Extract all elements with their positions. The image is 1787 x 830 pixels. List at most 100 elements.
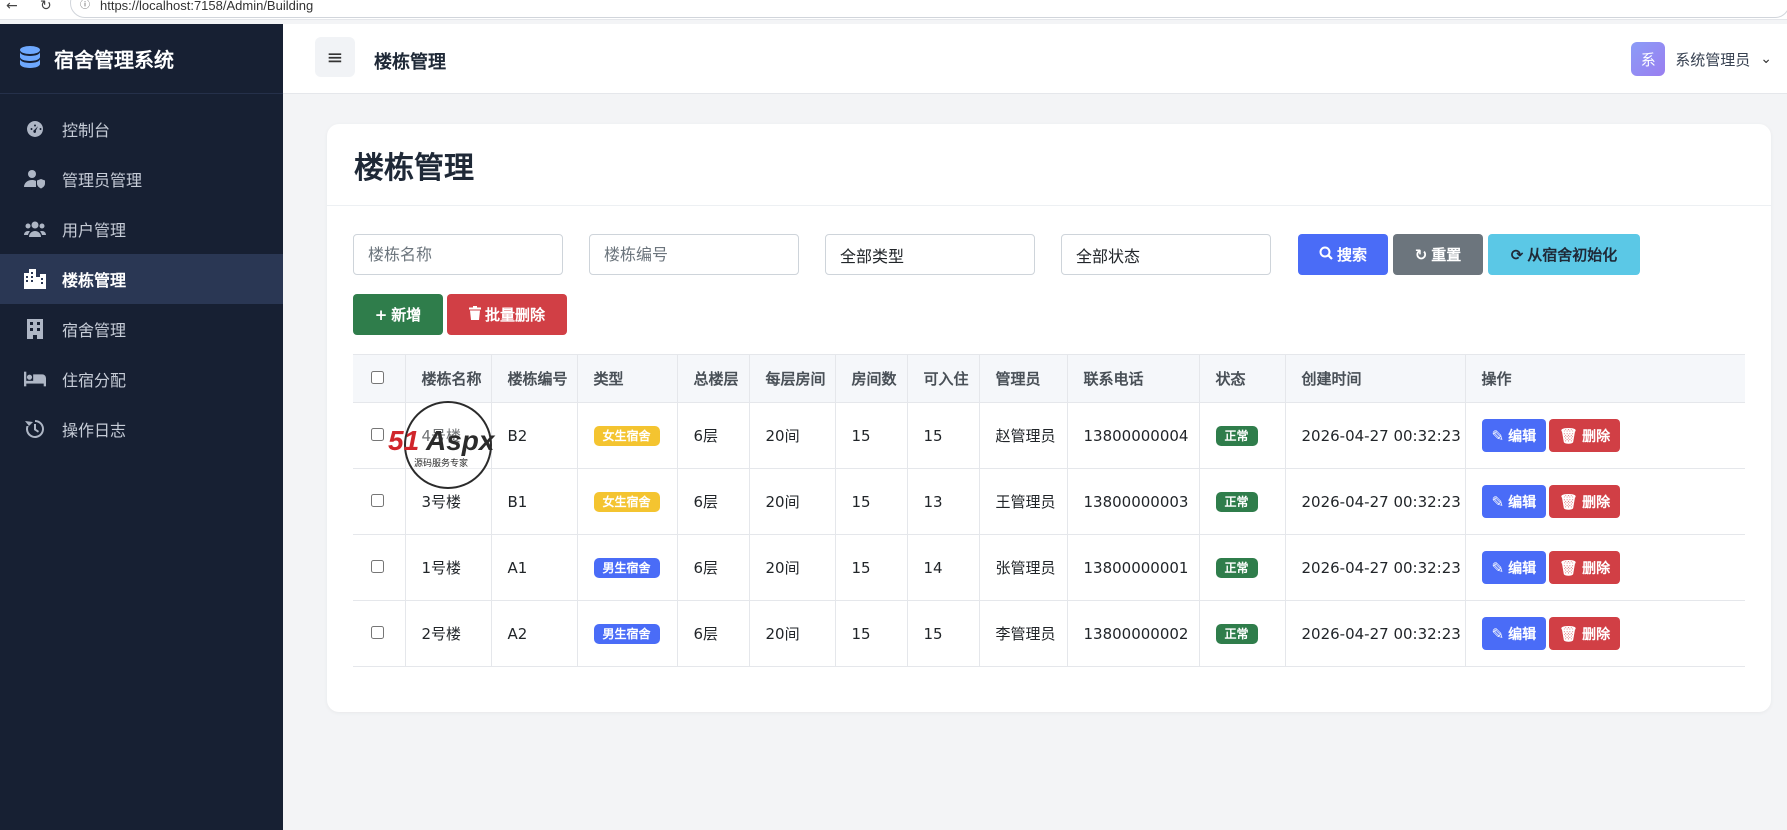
history-icon xyxy=(24,418,46,440)
edit-icon: ✎ xyxy=(1491,426,1505,445)
database-icon xyxy=(20,45,40,68)
delete-button[interactable]: 🗑 删除 xyxy=(1549,551,1621,584)
sidebar-item-dorms[interactable]: 宿舍管理 xyxy=(0,304,283,354)
sidebar-item-admins[interactable]: 管理员管理 xyxy=(0,154,283,204)
back-arrow-icon[interactable]: ← xyxy=(6,0,18,13)
url-text[interactable]: https://localhost:7158/Admin/Building xyxy=(100,0,313,12)
delete-button[interactable]: 🗑 删除 xyxy=(1549,485,1621,518)
col-type[interactable]: 类型 xyxy=(577,354,678,403)
card-header: 楼栋管理 xyxy=(327,124,1771,206)
hamburger-icon: ≡ xyxy=(326,45,344,69)
cell-rooms: 15 xyxy=(835,468,908,535)
cell-created: 2026-04-27 00:32:23 xyxy=(1285,468,1466,535)
chevron-down-icon[interactable]: ⌄ xyxy=(1760,51,1772,67)
menu-toggle-button[interactable]: ≡ xyxy=(315,37,355,77)
table-row: 4号楼 B2 女生宿舍 6层 20间 15 15 赵管理员 1380000000… xyxy=(353,402,1745,469)
edit-label: 编辑 xyxy=(1508,428,1537,445)
avatar[interactable]: 系 xyxy=(1631,42,1666,76)
cell-phone: 13800000001 xyxy=(1067,534,1200,601)
sidebar-item-label: 控制台 xyxy=(62,121,111,140)
brand[interactable]: 宿舍管理系统 xyxy=(0,24,283,94)
sidebar-item-buildings[interactable]: 楼栋管理 xyxy=(0,254,283,304)
table-row: 2号楼 A2 男生宿舍 6层 20间 15 15 李管理员 1380000000… xyxy=(353,600,1745,667)
city-icon xyxy=(24,268,46,290)
col-name[interactable]: 楼栋名称 xyxy=(405,354,492,403)
status-badge: 正常 xyxy=(1215,623,1258,644)
col-available[interactable]: 可入住 xyxy=(907,354,980,403)
header-title: 楼栋管理 xyxy=(374,52,446,73)
type-badge: 男生宿舍 xyxy=(593,557,660,578)
search-label: 搜索 xyxy=(1336,246,1367,264)
init-from-dorms-button[interactable]: ⟳ 从宿舍初始化 xyxy=(1488,234,1640,275)
building-table: 楼栋名称 楼栋编号 类型 总楼层 每层房间 房间数 可入住 管理员 联系电话 状… xyxy=(353,354,1745,667)
sidebar-menu: 控制台 管理员管理 用户管理 楼栋管理 宿舍管理 住宿分配 操作日志 xyxy=(0,104,283,454)
redo-icon: ↻ xyxy=(1414,245,1428,264)
building-name-input[interactable] xyxy=(353,234,563,275)
edit-button[interactable]: ✎ 编辑 xyxy=(1481,485,1547,518)
cell-available: 15 xyxy=(907,402,980,469)
sidebar-item-users[interactable]: 用户管理 xyxy=(0,204,283,254)
row-checkbox[interactable] xyxy=(371,427,384,441)
table-row: 3号楼 B1 女生宿舍 6层 20间 15 13 王管理员 1380000000… xyxy=(353,468,1745,535)
row-checkbox[interactable] xyxy=(371,559,384,573)
col-manager[interactable]: 管理员 xyxy=(979,354,1068,403)
cell-floors: 6层 xyxy=(677,600,750,667)
col-code[interactable]: 楼栋编号 xyxy=(491,354,578,403)
select-all-checkbox[interactable] xyxy=(371,370,384,384)
cell-available: 13 xyxy=(907,468,980,535)
filter-bar: 全部类型 全部状态 xyxy=(353,234,1297,275)
table-header-row: 楼栋名称 楼栋编号 类型 总楼层 每层房间 房间数 可入住 管理员 联系电话 状… xyxy=(353,354,1745,403)
cell-type: 女生宿舍 xyxy=(577,402,678,469)
type-select[interactable]: 全部类型 xyxy=(825,234,1035,275)
cell-floors: 6层 xyxy=(677,534,750,601)
edit-button[interactable]: ✎ 编辑 xyxy=(1481,617,1547,650)
site-info-icon[interactable]: ⓘ xyxy=(80,1,90,11)
sidebar-item-label: 住宿分配 xyxy=(62,371,127,390)
cell-floors: 6层 xyxy=(677,402,750,469)
cell-phone: 13800000002 xyxy=(1067,600,1200,667)
cell-created: 2026-04-27 00:32:23 xyxy=(1285,600,1466,667)
col-rooms-per-floor[interactable]: 每层房间 xyxy=(749,354,836,403)
col-floors[interactable]: 总楼层 xyxy=(677,354,750,403)
status-badge: 正常 xyxy=(1215,557,1258,578)
reload-icon[interactable]: ↻ xyxy=(40,0,52,13)
sidebar-item-logs[interactable]: 操作日志 xyxy=(0,404,283,454)
delete-button[interactable]: 🗑 删除 xyxy=(1549,617,1621,650)
sidebar-item-label: 管理员管理 xyxy=(62,171,143,190)
edit-icon: ✎ xyxy=(1491,558,1505,577)
sidebar-item-allocation[interactable]: 住宿分配 xyxy=(0,354,283,404)
cell-type: 男生宿舍 xyxy=(577,600,678,667)
col-status[interactable]: 状态 xyxy=(1199,354,1286,403)
row-checkbox[interactable] xyxy=(371,625,384,639)
delete-button[interactable]: 🗑 删除 xyxy=(1549,419,1621,452)
sync-icon: ⟳ xyxy=(1510,245,1524,264)
cell-rooms: 15 xyxy=(835,402,908,469)
building-card: 楼栋管理 全部类型 全部状态 搜索 ↻ 重置 ⟳ 从宿舍初始化 + 新增 批量删… xyxy=(327,124,1771,712)
cell-available: 15 xyxy=(907,600,980,667)
edit-button[interactable]: ✎ 编辑 xyxy=(1481,551,1547,584)
edit-button[interactable]: ✎ 编辑 xyxy=(1481,419,1547,452)
col-created[interactable]: 创建时间 xyxy=(1285,354,1466,403)
batch-delete-button[interactable]: 批量删除 xyxy=(447,294,567,335)
search-button[interactable]: 搜索 xyxy=(1298,234,1388,275)
row-checkbox[interactable] xyxy=(371,493,384,507)
page-title: 楼栋管理 xyxy=(354,150,474,186)
cell-actions: ✎ 编辑 🗑 删除 xyxy=(1465,468,1745,535)
user-menu[interactable]: 系 系统管理员 ⌄ xyxy=(1631,42,1772,76)
cell-name: 1号楼 xyxy=(405,534,492,601)
status-select[interactable]: 全部状态 xyxy=(1061,234,1271,275)
user-name[interactable]: 系统管理员 xyxy=(1675,49,1750,70)
delete-label: 删除 xyxy=(1582,626,1611,643)
cell-manager: 赵管理员 xyxy=(979,402,1068,469)
cell-created: 2026-04-27 00:32:23 xyxy=(1285,402,1466,469)
cell-rooms-per-floor: 20间 xyxy=(749,402,836,469)
search-icon xyxy=(1319,246,1333,264)
cell-rooms-per-floor: 20间 xyxy=(749,468,836,535)
reset-button[interactable]: ↻ 重置 xyxy=(1393,234,1483,275)
col-rooms[interactable]: 房间数 xyxy=(835,354,908,403)
address-bar[interactable] xyxy=(70,0,1787,18)
building-code-input[interactable] xyxy=(589,234,799,275)
sidebar-item-dashboard[interactable]: 控制台 xyxy=(0,104,283,154)
col-phone[interactable]: 联系电话 xyxy=(1067,354,1200,403)
add-button[interactable]: + 新增 xyxy=(353,294,443,335)
